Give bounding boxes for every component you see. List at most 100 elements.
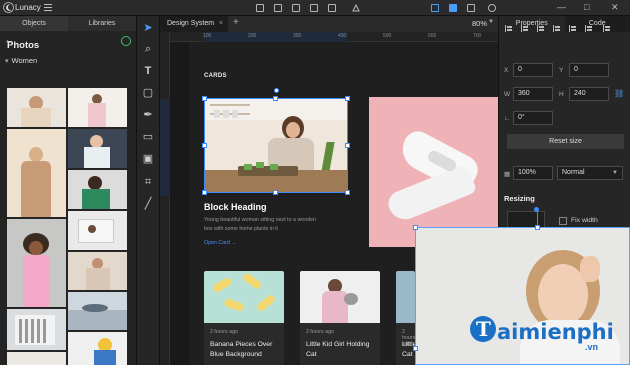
shoe-card-image[interactable] — [369, 97, 498, 247]
photo-thumb[interactable] — [68, 252, 127, 290]
photo-thumb[interactable] — [68, 88, 127, 127]
photo-thumb[interactable] — [68, 129, 127, 168]
image-edit-icon[interactable] — [352, 3, 360, 12]
card-time: 2 hours ago — [306, 329, 334, 335]
align-middle-icon[interactable] — [569, 25, 577, 32]
crop-icon[interactable]: ⌗ — [142, 176, 154, 188]
user-icon[interactable] — [488, 4, 496, 12]
rotation-icon: ∟ — [504, 115, 511, 122]
photo-thumb[interactable] — [68, 332, 127, 365]
card-title: Little Kid Girl Holding Cat — [306, 341, 370, 358]
resize-handle[interactable] — [345, 143, 350, 148]
rotation-field[interactable]: 0° — [513, 111, 553, 125]
blend-mode-value: Normal — [562, 169, 585, 176]
document-tabs: Design System × + 80% ▼ — [160, 16, 498, 32]
resize-handle[interactable] — [535, 225, 540, 230]
reset-size-button[interactable]: Reset size — [507, 134, 624, 149]
resize-handle[interactable] — [202, 96, 207, 101]
height-field[interactable]: 240 — [569, 87, 609, 101]
app-title: Lunacy — [15, 3, 41, 12]
width-field[interactable]: 360 — [513, 87, 553, 101]
photo-thumb[interactable] — [68, 211, 127, 250]
x-field[interactable]: 0 — [513, 63, 553, 77]
y-label: Y — [559, 67, 564, 74]
opacity-field[interactable]: 100% — [513, 166, 553, 180]
tab-objects[interactable]: Objects — [0, 16, 68, 31]
flip-icon[interactable] — [328, 4, 336, 12]
resize-handle[interactable] — [345, 96, 350, 101]
photo-thumb[interactable] — [7, 129, 66, 217]
pen-icon[interactable]: ✒ — [142, 109, 154, 121]
w-label: W — [504, 91, 511, 98]
fix-width-checkbox[interactable] — [559, 217, 567, 225]
selection-frame[interactable] — [204, 98, 348, 193]
align-top-icon[interactable] — [553, 25, 561, 32]
block-body: Young beautiful woman sitting next to a … — [204, 217, 316, 232]
photo-thumb[interactable] — [7, 88, 66, 127]
subtract-icon[interactable] — [292, 4, 300, 12]
close-tab-icon[interactable]: × — [219, 16, 223, 32]
document-tab[interactable]: Design System × — [160, 16, 228, 32]
resize-handle[interactable] — [273, 190, 278, 195]
watermark-logo-icon: T — [470, 316, 496, 342]
photo-thumb[interactable] — [68, 170, 127, 209]
rotate-handle[interactable] — [274, 88, 279, 93]
intersect-icon[interactable] — [310, 4, 318, 12]
blend-mode-select[interactable]: Normal ▼ — [557, 166, 623, 180]
image-icon[interactable]: ▣ — [142, 153, 154, 165]
resize-handle[interactable] — [345, 190, 350, 195]
close-icon[interactable]: ✕ — [611, 2, 619, 13]
watermark-brand: aimienphi — [497, 320, 614, 344]
align-center-icon[interactable] — [521, 25, 529, 32]
link-icon[interactable]: ⛓ — [614, 89, 624, 98]
left-tabs: Objects Libraries — [0, 16, 136, 31]
align-left-icon[interactable] — [505, 25, 513, 32]
maximize-icon[interactable]: □ — [584, 2, 589, 12]
list-item[interactable]: 2 hours ago Banana Pieces Over Blue Back… — [204, 271, 284, 365]
photo-thumb[interactable] — [7, 309, 66, 350]
text-icon[interactable]: T — [142, 65, 154, 77]
minimize-icon[interactable]: — — [557, 2, 566, 12]
add-tab-icon[interactable]: + — [233, 17, 239, 28]
x-label: X — [504, 67, 509, 74]
resize-handle[interactable] — [202, 190, 207, 195]
title-bar: Lunacy — □ ✕ — [0, 0, 630, 16]
photo-thumb[interactable] — [7, 219, 66, 307]
zoom-level[interactable]: 80% — [472, 19, 487, 28]
photo-thumb[interactable] — [68, 292, 127, 330]
ruler-selection — [203, 32, 348, 42]
pointer-icon[interactable]: ➤ — [142, 22, 154, 34]
open-card-link[interactable]: Open Card → — [204, 240, 237, 246]
y-field[interactable]: 0 — [569, 63, 609, 77]
card-image — [204, 271, 284, 323]
layout-grid-icon[interactable] — [449, 4, 457, 12]
union-icon[interactable] — [274, 4, 282, 12]
layout-right-icon[interactable] — [467, 4, 475, 12]
zoom-icon[interactable]: ⌕ — [142, 43, 154, 55]
tab-libraries[interactable]: Libraries — [68, 16, 136, 31]
frame-tool-icon[interactable] — [256, 4, 264, 12]
knife-icon[interactable]: ╱ — [142, 198, 154, 210]
align-right-icon[interactable] — [537, 25, 545, 32]
chevron-down-icon: ▼ — [612, 170, 618, 176]
list-item[interactable]: 2 hours ago Little Kid Girl Holding Cat — [300, 271, 380, 365]
card-title: Banana Pieces Over Blue Background — [210, 341, 273, 358]
category-women[interactable]: ▾ Women — [5, 56, 37, 65]
rectangle-icon[interactable]: ▢ — [142, 87, 154, 99]
layout-left-icon[interactable] — [431, 4, 439, 12]
video-icon[interactable]: ▭ — [142, 131, 154, 143]
resize-handle[interactable] — [413, 346, 418, 351]
photo-thumb[interactable] — [7, 352, 66, 365]
h-label: H — [559, 91, 564, 98]
resize-handle[interactable] — [202, 143, 207, 148]
sync-icon[interactable] — [121, 36, 131, 46]
resize-handle[interactable] — [413, 225, 418, 230]
resize-handle[interactable] — [273, 96, 278, 101]
chevron-down-icon[interactable]: ▼ — [488, 19, 494, 25]
category-label: Women — [11, 56, 38, 65]
align-bottom-icon[interactable] — [585, 25, 593, 32]
rotate-handle[interactable] — [534, 207, 539, 212]
distribute-icon[interactable] — [603, 25, 611, 32]
menu-icon[interactable] — [44, 4, 52, 11]
tools-column: ➤ ⌕ T ▢ ✒ ▭ ▣ ⌗ ╱ — [137, 16, 160, 365]
